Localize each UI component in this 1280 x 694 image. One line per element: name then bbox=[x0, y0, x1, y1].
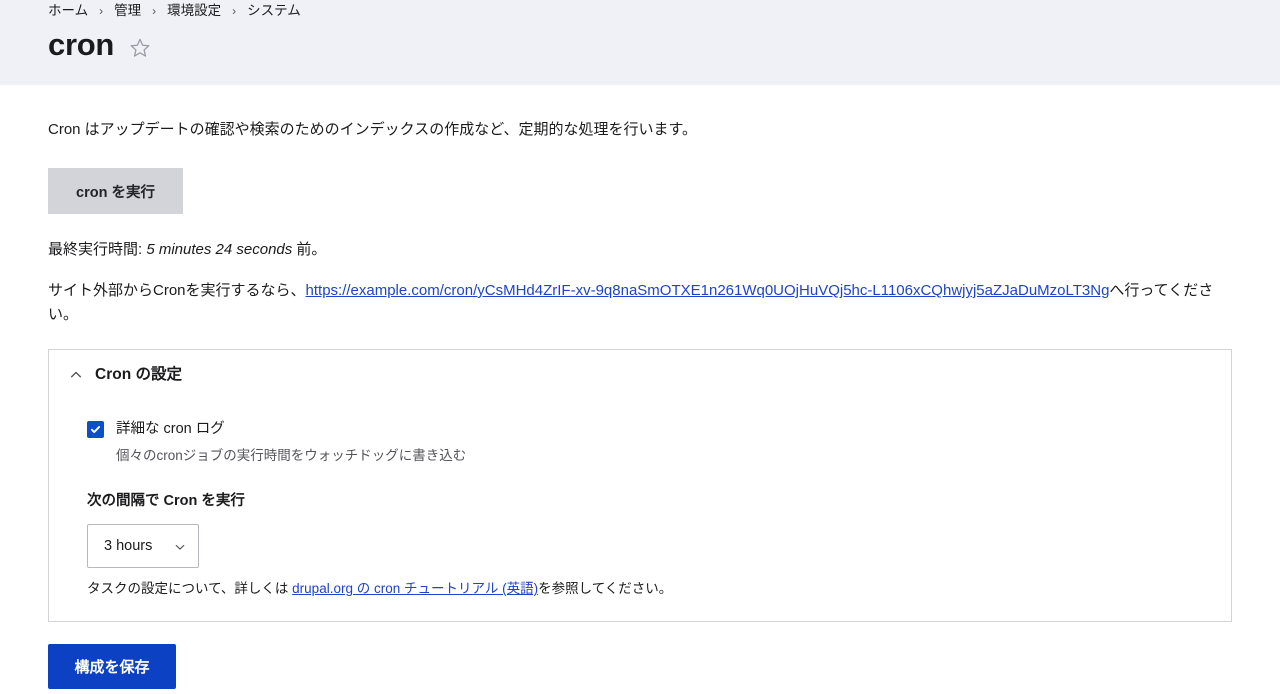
breadcrumb-separator-icon: › bbox=[99, 3, 104, 18]
detailed-cron-logging-description: 個々のcronジョブの実行時間をウォッチドッグに書き込む bbox=[116, 448, 467, 463]
last-run-prefix: 最終実行時間: bbox=[48, 241, 147, 258]
form-actions: 構成を保存 bbox=[0, 622, 1280, 689]
cron-interval-field: 次の間隔で Cron を実行 3 hours タスクの設定について、詳しくは d… bbox=[87, 491, 1211, 599]
last-run-value: 5 minutes 24 seconds bbox=[146, 241, 293, 258]
run-cron-button[interactable]: cron を実行 bbox=[48, 168, 183, 214]
cron-interval-select-wrapper: 3 hours bbox=[87, 524, 199, 568]
main-content: Cron はアップデートの確認や検索のためのインデックスの作成など、定期的な処理… bbox=[0, 85, 1280, 622]
cron-interval-description-prefix: タスクの設定について、詳しくは bbox=[87, 581, 293, 596]
breadcrumb-item-home[interactable]: ホーム bbox=[48, 1, 88, 21]
intro-text: Cron はアップデートの確認や検索のためのインデックスの作成など、定期的な処理… bbox=[48, 121, 697, 138]
star-outline-icon[interactable] bbox=[128, 36, 152, 60]
detailed-cron-logging-checkbox[interactable] bbox=[87, 421, 104, 438]
last-run-status: 最終実行時間: 5 minutes 24 seconds 前。 bbox=[48, 214, 1232, 261]
external-cron-text: サイト外部からCronを実行するなら、https://example.com/c… bbox=[48, 261, 1232, 327]
cron-interval-label: 次の間隔で Cron を実行 bbox=[87, 493, 245, 509]
breadcrumb-item-administration[interactable]: 管理 bbox=[114, 1, 141, 21]
breadcrumb: ホーム › 管理 › 環境設定 › システム bbox=[48, 0, 1232, 20]
save-configuration-button[interactable]: 構成を保存 bbox=[48, 644, 176, 689]
cron-settings-body: 詳細な cron ログ 個々のcronジョブの実行時間をウォッチドッグに書き込む… bbox=[49, 397, 1231, 621]
cron-settings-panel: Cron の設定 詳細な cron ログ 個々のcronジョブの実行時間をウォッ… bbox=[48, 349, 1232, 622]
breadcrumb-separator-icon: › bbox=[152, 3, 157, 18]
cron-interval-description: タスクの設定について、詳しくは drupal.org の cron チュートリア… bbox=[87, 579, 1211, 599]
breadcrumb-item-configuration[interactable]: 環境設定 bbox=[167, 1, 221, 21]
external-cron-url-link[interactable]: https://example.com/cron/yCsMHd4ZrIF-xv-… bbox=[306, 282, 1110, 299]
chevron-up-icon bbox=[69, 368, 83, 382]
page-header: ホーム › 管理 › 環境設定 › システム cron bbox=[0, 0, 1280, 85]
cron-settings-summary-toggle[interactable]: Cron の設定 bbox=[49, 350, 1231, 397]
external-cron-prefix: サイト外部からCronを実行するなら、 bbox=[48, 282, 306, 299]
breadcrumb-separator-icon: › bbox=[232, 3, 237, 18]
cron-interval-select[interactable]: 3 hours bbox=[87, 524, 199, 568]
page-title: cron bbox=[48, 27, 114, 62]
cron-settings-title: Cron の設定 bbox=[95, 366, 182, 383]
last-run-suffix: 前。 bbox=[292, 241, 327, 258]
detailed-cron-logging-label[interactable]: 詳細な cron ログ bbox=[116, 419, 225, 439]
detailed-cron-logging-row: 詳細な cron ログ bbox=[87, 419, 1211, 439]
cron-interval-description-suffix: を参照してください。 bbox=[538, 581, 673, 596]
drupal-cron-tutorial-link[interactable]: drupal.org の cron チュートリアル (英語) bbox=[292, 581, 538, 596]
breadcrumb-item-system[interactable]: システム bbox=[247, 1, 301, 21]
title-row: cron bbox=[48, 26, 1232, 64]
